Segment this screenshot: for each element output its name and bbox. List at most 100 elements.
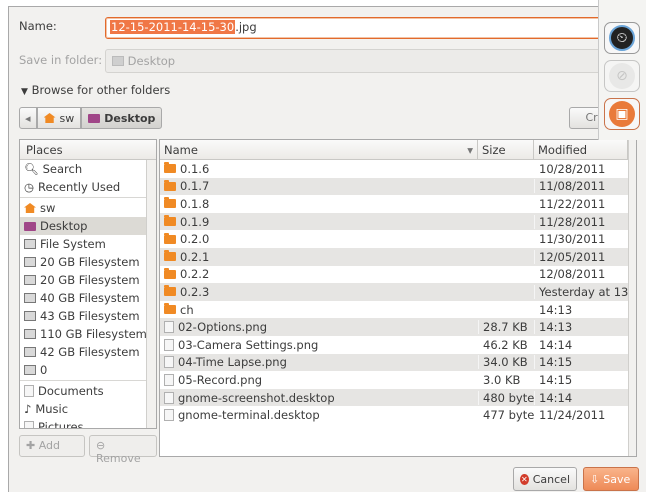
app-dock: ⏲ ⊘ ▣: [598, 0, 646, 140]
place-label: 42 GB Filesystem: [40, 345, 140, 359]
file-name: ch: [180, 302, 194, 317]
places-scrollbar[interactable]: [146, 160, 156, 428]
folder-icon: [164, 197, 176, 209]
place-label: Recently Used: [38, 180, 121, 194]
cancel-button[interactable]: ✕ Cancel: [513, 467, 577, 491]
save-icon: ⇩: [590, 472, 600, 486]
save-label: Save: [603, 472, 631, 486]
file-row[interactable]: gnome-screenshot.desktop 480 bytes14:14: [160, 388, 636, 407]
place-music[interactable]: ♪ Music: [20, 400, 156, 418]
file-modified: 14:14: [534, 390, 628, 405]
desktop-file-icon: [164, 409, 174, 422]
place-documents[interactable]: Documents: [20, 382, 156, 400]
file-row[interactable]: 0.1.6 10/28/2011: [160, 160, 636, 178]
path-back-button[interactable]: ◂: [19, 107, 37, 129]
drive-icon: [24, 329, 36, 339]
drive-icon: [24, 257, 36, 267]
folder-icon: [164, 303, 176, 315]
place-recent[interactable]: ◷ Recently Used: [20, 178, 156, 196]
disabled-dock-button[interactable]: ⊘: [604, 60, 640, 92]
file-modified: 14:14: [534, 337, 628, 352]
save-in-value: Desktop: [127, 54, 176, 68]
place-home[interactable]: sw: [20, 199, 156, 217]
file-row[interactable]: 0.2.0 11/30/2011: [160, 230, 636, 248]
place-label: 20 GB Filesystem: [40, 273, 140, 287]
file-size: 34.0 KB: [478, 355, 534, 370]
home-icon: [43, 113, 56, 123]
file-name: gnome-screenshot.desktop: [178, 390, 335, 405]
file-list-scrollbar[interactable]: [628, 140, 636, 456]
drive-icon: [24, 275, 36, 285]
browse-label: Browse for other folders: [31, 83, 171, 97]
remove-icon: ⊖: [96, 439, 106, 452]
cancel-label: Cancel: [532, 472, 570, 486]
name-label: Name:: [19, 19, 57, 33]
place-filesystem[interactable]: File System: [20, 235, 156, 253]
file-row[interactable]: gnome-terminal.desktop 477 bytes11/24/201…: [160, 406, 636, 424]
save-button[interactable]: ⇩ Save: [583, 467, 639, 491]
column-modified-header[interactable]: Modified: [534, 140, 628, 159]
place-volume[interactable]: 42 GB Filesystem: [20, 343, 156, 361]
file-modified: 14:13: [534, 320, 628, 335]
folder-icon: [164, 232, 176, 244]
browse-expander[interactable]: ▼ Browse for other folders: [21, 83, 170, 97]
file-name: 02-Options.png: [178, 320, 268, 335]
file-row[interactable]: 03-Camera Settings.png 46.2 KB 14:14: [160, 336, 636, 354]
file-name: 0.1.7: [180, 179, 210, 194]
file-row[interactable]: ch 14:13: [160, 301, 636, 319]
folder-icon: [164, 162, 176, 174]
place-search[interactable]: 🔍︎ Search: [20, 160, 156, 178]
record-icon: ▣: [609, 101, 635, 127]
add-icon: ✚: [26, 439, 36, 452]
place-label: 40 GB Filesystem: [40, 291, 140, 305]
music-icon: ♪: [24, 402, 32, 416]
file-row[interactable]: 05-Record.png 3.0 KB 14:15: [160, 371, 636, 389]
disabled-icon: ⊘: [609, 63, 635, 89]
file-list: Name ▾ Size Modified 0.1.6 10/28/2011 0.1.…: [159, 139, 637, 457]
place-volume[interactable]: 0: [20, 361, 156, 379]
place-volume[interactable]: 110 GB Filesystem: [20, 325, 156, 343]
pictures-icon: [24, 421, 34, 428]
filename-extension: .jpg: [235, 20, 257, 34]
file-modified: 12/08/2011: [534, 267, 628, 282]
path-item-label: Desktop: [104, 111, 156, 125]
filename-selected-text: 12-15-2011-14-15-30: [110, 20, 236, 34]
desktop-file-icon: [164, 391, 174, 404]
column-size-header[interactable]: Size: [478, 140, 534, 159]
timer-dock-button[interactable]: ⏲: [604, 22, 640, 54]
record-dock-button[interactable]: ▣: [604, 98, 640, 130]
file-modified: 11/30/2011: [534, 232, 628, 247]
file-size: 46.2 KB: [478, 337, 534, 352]
column-name-header[interactable]: Name ▾: [160, 140, 478, 159]
file-row[interactable]: 0.1.7 11/08/2011: [160, 177, 636, 196]
sort-arrow-icon: ▾: [467, 143, 473, 157]
file-row[interactable]: 0.2.2 12/08/2011: [160, 266, 636, 284]
file-name: 04-Time Lapse.png: [178, 355, 287, 370]
filename-input[interactable]: 12-15-2011-14-15-30.jpg: [105, 17, 635, 39]
place-volume[interactable]: 20 GB Filesystem: [20, 253, 156, 271]
file-size: 480 bytes: [478, 390, 534, 405]
file-row[interactable]: 0.2.1 12/05/2011: [160, 247, 636, 266]
add-bookmark-button[interactable]: ✚ Add: [19, 435, 85, 457]
file-row[interactable]: 04-Time Lapse.png 34.0 KB 14:15: [160, 353, 636, 372]
divider: [20, 197, 156, 198]
path-item-sw[interactable]: sw: [36, 107, 82, 129]
path-item-desktop[interactable]: Desktop: [81, 107, 163, 129]
file-name: 05-Record.png: [178, 372, 263, 387]
desktop-icon: [88, 113, 101, 123]
place-desktop[interactable]: Desktop: [20, 217, 156, 235]
file-name: 0.2.1: [180, 249, 210, 264]
place-pictures[interactable]: Pictures: [20, 418, 156, 428]
file-row[interactable]: 0.2.3 Yesterday at 13:11: [160, 283, 636, 301]
file-row[interactable]: 0.1.8 11/22/2011: [160, 195, 636, 213]
remove-bookmark-button[interactable]: ⊖ Remove: [89, 435, 157, 465]
file-row[interactable]: 0.1.9 11/28/2011: [160, 212, 636, 231]
place-volume[interactable]: 20 GB Filesystem: [20, 271, 156, 289]
path-item-label: sw: [59, 111, 75, 125]
file-size: 28.7 KB: [478, 320, 534, 335]
column-label: Name: [164, 143, 198, 157]
file-row[interactable]: 02-Options.png 28.7 KB 14:13: [160, 318, 636, 336]
place-volume[interactable]: 40 GB Filesystem: [20, 289, 156, 307]
place-volume[interactable]: 43 GB Filesystem: [20, 307, 156, 325]
folder-icon: [164, 250, 176, 262]
